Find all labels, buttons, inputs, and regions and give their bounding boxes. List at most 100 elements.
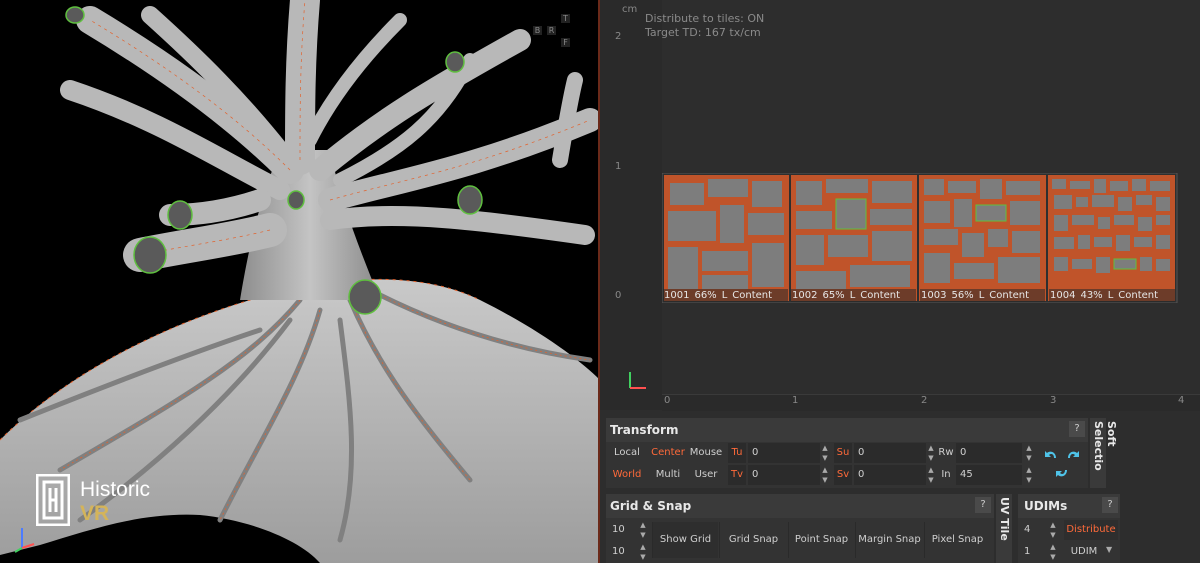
mouse-pivot-toggle[interactable]: Mouse <box>688 443 724 463</box>
tile-1001-islands <box>664 175 789 301</box>
view-cube-buttons[interactable]: B T F R <box>533 14 573 52</box>
grid-u-stepper[interactable]: ▲ ▼ <box>638 520 648 540</box>
margin-snap-toggle[interactable]: Margin Snap <box>855 522 923 558</box>
transform-title: Transform <box>610 423 679 437</box>
v-tick-2: 2 <box>615 31 622 42</box>
grid-v-stepper[interactable]: ▲ ▼ <box>638 542 648 562</box>
tile-name: Content <box>989 290 1030 301</box>
distribute-button[interactable]: Distribute <box>1064 520 1118 540</box>
view-button-top[interactable]: T <box>561 14 570 23</box>
3d-viewport[interactable]: B T F R Historic VR <box>0 0 600 563</box>
grid-snap-help-button[interactable]: ? <box>975 497 991 513</box>
view-button-right[interactable]: R <box>547 26 556 35</box>
logo-mark-icon <box>36 474 70 526</box>
transform-controls: Local Center Mouse World Multi User Tu 0… <box>606 442 1088 488</box>
local-space-toggle[interactable]: Local <box>610 443 644 463</box>
tv-input[interactable]: 0 <box>748 465 820 485</box>
uv-editor-pane[interactable]: cm 2 1 0 Distribute to tiles: ON Target … <box>600 0 1200 563</box>
transform-panel: Transform ? Local Center Mouse World Mul… <box>606 418 1088 488</box>
tile-label-1002: 1002 65% L Content <box>791 289 916 302</box>
historic-vr-logo: Historic VR <box>36 474 196 530</box>
vertical-ruler: cm 2 1 0 <box>600 0 662 410</box>
in-label: In <box>941 469 951 480</box>
rotate-ccw-icon[interactable] <box>1044 448 1058 460</box>
uv-tile-tab[interactable]: UV Tile <box>996 494 1012 563</box>
grid-snap-title: Grid & Snap <box>610 499 692 513</box>
udim-start-input[interactable]: 1 <box>1020 542 1048 562</box>
tile-name: Content <box>1118 290 1159 301</box>
udims-help-button[interactable]: ? <box>1102 497 1118 513</box>
tu-stepper[interactable]: ▲ ▼ <box>820 443 830 463</box>
tile-id: 1001 <box>664 290 690 301</box>
target-td-status: Target TD: 167 tx/cm <box>645 26 761 39</box>
tile-name: Content <box>732 290 773 301</box>
show-grid-toggle[interactable]: Show Grid <box>652 522 718 558</box>
grid-snap-panel: Grid & Snap ? 10 ▲ ▼ 10 ▲ ▼ Show Grid Grid… <box>606 494 994 563</box>
rw-stepper[interactable]: ▲ ▼ <box>1024 443 1034 463</box>
tile-label-1001: 1001 66% L Content <box>663 289 788 302</box>
grid-v-input[interactable]: 10 <box>608 542 638 562</box>
tile-flag: L <box>1107 290 1114 301</box>
point-snap-toggle[interactable]: Point Snap <box>788 522 854 558</box>
udim-count-input[interactable]: 4 <box>1020 520 1048 540</box>
tv-label: Tv <box>728 465 746 485</box>
tile-id: 1003 <box>921 290 947 301</box>
tile-flag: L <box>849 290 856 301</box>
uv-tile-label: UV Tile <box>998 497 1011 541</box>
v-tick-1: 1 <box>615 161 622 172</box>
uv-info-overlay: Distribute to tiles: ON Target TD: 167 t… <box>645 12 764 40</box>
tu-label: Tu <box>728 443 746 463</box>
in-input[interactable]: 45 <box>956 465 1022 485</box>
tile-fill: 43% <box>1080 290 1103 301</box>
u-tick-1: 1 <box>792 395 799 406</box>
tile-fill: 66% <box>694 290 717 301</box>
su-input[interactable]: 0 <box>854 443 926 463</box>
logo-word-vr: VR <box>80 502 110 525</box>
multi-pivot-toggle[interactable]: Multi <box>648 465 688 485</box>
tile-id: 1002 <box>792 290 818 301</box>
tu-input[interactable]: 0 <box>748 443 820 463</box>
udim-start-stepper[interactable]: ▲ ▼ <box>1048 542 1058 562</box>
sv-label: Sv <box>834 465 852 485</box>
udim-count-stepper[interactable]: ▲ ▼ <box>1048 520 1058 540</box>
soft-selection-label: Soft Selectio <box>1092 421 1118 471</box>
u-tick-0: 0 <box>664 395 671 406</box>
rotate-flip-icon[interactable] <box>1055 468 1069 480</box>
pixel-snap-toggle[interactable]: Pixel Snap <box>924 522 990 558</box>
u-tick-4: 4 <box>1178 395 1185 406</box>
tile-flag: L <box>978 290 985 301</box>
sv-stepper[interactable]: ▲ ▼ <box>926 465 936 485</box>
sv-input[interactable]: 0 <box>854 465 926 485</box>
su-label: Su <box>834 443 852 463</box>
chevron-down-icon[interactable]: ▼ <box>1106 545 1112 554</box>
grid-u-input[interactable]: 10 <box>608 520 638 540</box>
tile-1003-islands <box>919 175 1046 301</box>
view-button-front[interactable]: F <box>561 38 570 47</box>
center-pivot-toggle[interactable]: Center <box>648 443 688 463</box>
horizontal-ruler: 0 1 2 3 4 <box>662 394 1200 411</box>
rotate-cw-icon[interactable] <box>1066 448 1080 460</box>
tile-label-1004: 1004 43% L Content <box>1049 289 1175 302</box>
udims-controls: 4 ▲ ▼ Distribute 1 ▲ ▼ UDIM ▼ <box>1018 518 1120 563</box>
uv-axis-icon <box>629 372 646 389</box>
rw-input[interactable]: 0 <box>956 443 1022 463</box>
view-button-back[interactable]: B <box>533 26 542 35</box>
tile-1004-islands <box>1048 175 1175 301</box>
rw-label: Rw <box>938 447 954 458</box>
udim-mode-dropdown[interactable]: UDIM <box>1064 542 1104 562</box>
in-stepper[interactable]: ▲ ▼ <box>1024 465 1034 485</box>
tile-fill: 56% <box>951 290 974 301</box>
soft-selection-tab[interactable]: Soft Selectio <box>1090 418 1118 488</box>
u-tick-2: 2 <box>921 395 928 406</box>
su-stepper[interactable]: ▲ ▼ <box>926 443 936 463</box>
transform-help-button[interactable]: ? <box>1069 421 1085 437</box>
grid-snap-controls: 10 ▲ ▼ 10 ▲ ▼ Show Grid Grid Snap Point Sn… <box>606 518 994 563</box>
grid-snap-toggle[interactable]: Grid Snap <box>719 522 787 558</box>
tv-stepper[interactable]: ▲ ▼ <box>820 465 830 485</box>
uv-tiles-canvas[interactable] <box>662 173 1182 303</box>
user-pivot-toggle[interactable]: User <box>688 465 724 485</box>
logo-word-historic: Historic <box>80 478 151 501</box>
udims-panel: UDIMs ? 4 ▲ ▼ Distribute 1 ▲ ▼ UDIM ▼ <box>1018 494 1120 563</box>
tile-flag: L <box>721 290 728 301</box>
world-space-toggle[interactable]: World <box>610 465 644 485</box>
